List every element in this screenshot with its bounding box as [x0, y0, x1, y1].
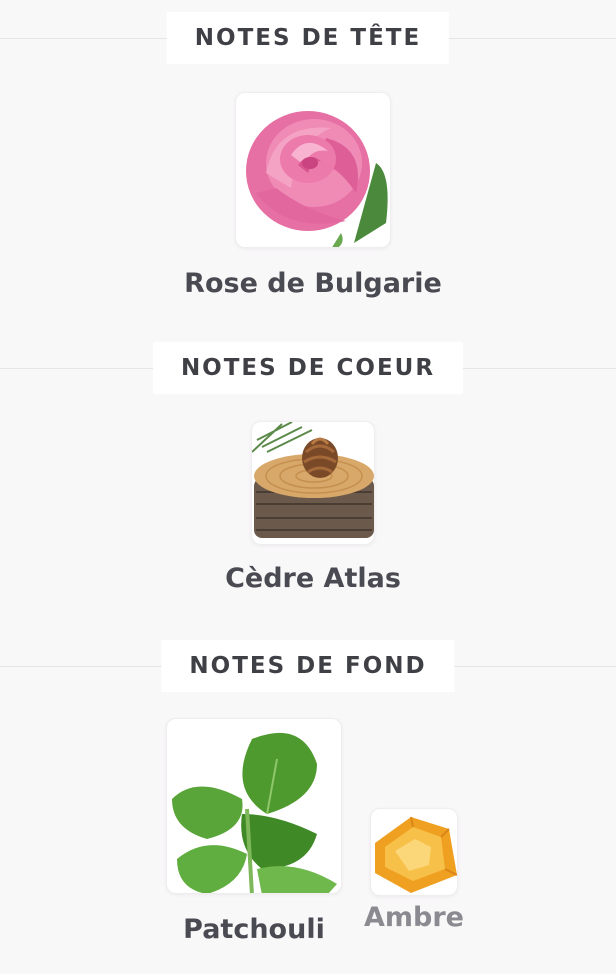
- cedar-log-pinecone-icon: [251, 421, 375, 545]
- patchouli-leaf-icon: [166, 718, 342, 894]
- note-label: Cèdre Atlas: [225, 563, 401, 594]
- section-notes-de-fond: NOTES DE FOND Patchouli Ambre: [0, 640, 616, 974]
- note-label: Rose de Bulgarie: [184, 268, 442, 299]
- rose-icon: [235, 92, 391, 248]
- amber-resin-icon: [370, 808, 458, 896]
- section-heading: NOTES DE FOND: [161, 640, 455, 692]
- section-heading: NOTES DE COEUR: [152, 342, 464, 394]
- note-item-ambre[interactable]: Ambre: [364, 808, 464, 933]
- note-item-cedre[interactable]: Cèdre Atlas: [225, 421, 401, 594]
- note-label: Ambre: [364, 902, 464, 933]
- note-item-rose[interactable]: Rose de Bulgarie: [184, 92, 442, 299]
- section-heading: NOTES DE TÊTE: [166, 12, 450, 64]
- section-notes-de-coeur: NOTES DE COEUR Cèdre Atlas: [0, 342, 616, 612]
- section-notes-de-tete: NOTES DE TÊTE Rose de Bulgarie: [0, 12, 616, 312]
- note-item-patchouli[interactable]: Patchouli: [166, 718, 342, 945]
